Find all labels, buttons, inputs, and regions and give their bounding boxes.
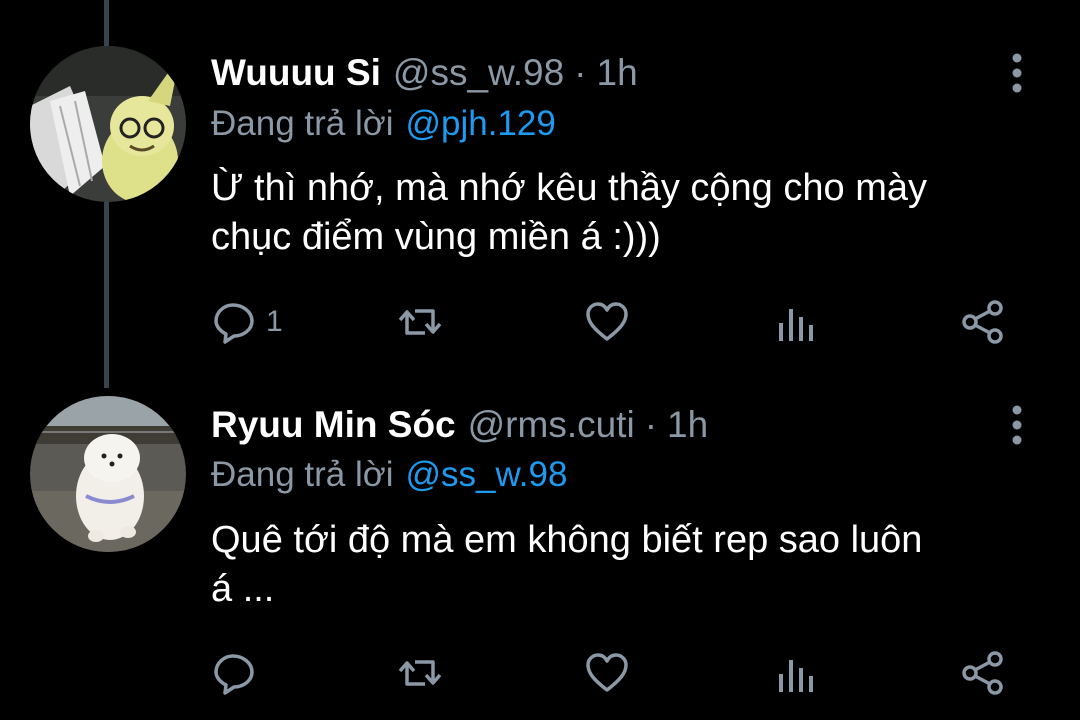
- retweet-button[interactable]: [397, 647, 443, 699]
- retweet-icon: [398, 660, 442, 686]
- retweet-icon: [398, 309, 442, 335]
- timestamp[interactable]: 1h: [667, 404, 708, 446]
- like-button[interactable]: [584, 296, 630, 348]
- replying-to: Đang trả lời @pjh.129: [211, 104, 556, 144]
- views-icon: [779, 660, 813, 692]
- reply-button[interactable]: 1: [212, 296, 283, 348]
- replying-prefix: Đang trả lời: [211, 104, 394, 143]
- like-icon: [586, 653, 628, 692]
- tweet-text: Quê tới độ mà em không biết rep sao luôn…: [211, 516, 1031, 614]
- more-vertical-icon: [1012, 405, 1022, 445]
- reply-count: 1: [266, 305, 283, 338]
- reply-button[interactable]: [212, 647, 266, 699]
- tweet-text-line: chục điểm vùng miền á :))): [211, 216, 661, 258]
- more-vertical-icon: [1012, 53, 1022, 93]
- share-icon: [962, 300, 1003, 344]
- avatar[interactable]: [30, 396, 186, 552]
- share-icon: [962, 651, 1003, 695]
- tweet-header: Ryuu Min Sóc @rms.cuti · 1h: [211, 404, 708, 446]
- white-dog-avatar: [30, 396, 186, 552]
- tweet-2[interactable]: Ryuu Min Sóc @rms.cuti · 1h Đang trả lời…: [0, 388, 1080, 720]
- tweet-text: Ừ thì nhớ, mà nhớ kêu thầy cộng cho mày …: [211, 164, 1031, 262]
- replying-mention[interactable]: @pjh.129: [405, 104, 555, 143]
- tweet-text-line: Quê tới độ mà em không biết rep sao luôn: [211, 519, 923, 561]
- tweet-text-line: á ...: [211, 568, 275, 610]
- reply-icon: [214, 303, 254, 344]
- display-name[interactable]: Ryuu Min Sóc: [211, 404, 456, 446]
- share-button[interactable]: [960, 647, 1006, 699]
- separator-dot: ·: [644, 404, 658, 445]
- replying-prefix: Đang trả lời: [211, 455, 394, 494]
- replying-to: Đang trả lời @ss_w.98: [211, 455, 567, 495]
- tweet-header: Wuuuu Si @ss_w.98 · 1h: [211, 52, 638, 94]
- tweet-1[interactable]: Wuuuu Si @ss_w.98 · 1h Đang trả lời @pjh.…: [0, 0, 1080, 388]
- user-handle[interactable]: @rms.cuti: [468, 404, 635, 446]
- timestamp[interactable]: 1h: [597, 52, 638, 94]
- separator-dot: ·: [574, 52, 587, 93]
- like-button[interactable]: [584, 647, 630, 699]
- views-button[interactable]: [774, 647, 820, 699]
- replying-mention[interactable]: @ss_w.98: [405, 455, 567, 494]
- like-icon: [586, 302, 628, 341]
- display-name[interactable]: Wuuuu Si: [211, 52, 381, 94]
- tweet-text-line: Ừ thì nhớ, mà nhớ kêu thầy cộng cho mày: [211, 167, 927, 209]
- views-button[interactable]: [774, 296, 820, 348]
- retweet-button[interactable]: [397, 296, 443, 348]
- share-button[interactable]: [960, 296, 1006, 348]
- avatar[interactable]: [30, 46, 186, 202]
- mimikyu-plush-avatar: [30, 46, 186, 202]
- reply-icon: [214, 654, 254, 695]
- views-icon: [779, 309, 813, 341]
- more-options-button[interactable]: [1000, 51, 1034, 95]
- more-options-button[interactable]: [1000, 403, 1034, 447]
- user-handle[interactable]: @ss_w.98: [393, 52, 564, 94]
